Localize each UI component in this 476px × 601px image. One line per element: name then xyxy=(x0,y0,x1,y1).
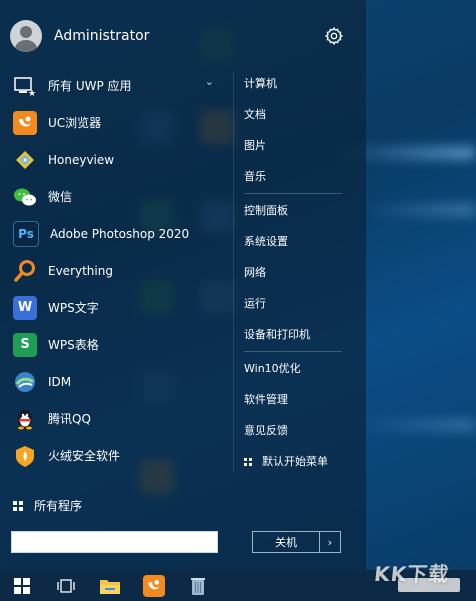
chevron-down-icon[interactable]: ⌄ xyxy=(205,75,214,88)
windows-logo-icon xyxy=(244,457,252,466)
app-item-wechat[interactable]: 微信 xyxy=(0,178,230,215)
menu-separator xyxy=(244,193,342,194)
task-view-icon[interactable] xyxy=(44,570,88,601)
user-account[interactable]: Administrator xyxy=(10,18,350,54)
shutdown-button[interactable]: 关机 xyxy=(253,532,320,552)
menu-item-default-start-menu[interactable]: 默认开始菜单 xyxy=(244,446,344,477)
shutdown-button-group: 关机 › xyxy=(252,531,341,553)
app-item-qq[interactable]: 腾讯QQ xyxy=(0,400,230,437)
wps-spreadsheet-icon: S xyxy=(13,332,37,357)
huorong-icon xyxy=(13,444,37,468)
menu-item-system-settings[interactable]: 系统设置 xyxy=(244,226,344,257)
app-item-photoshop[interactable]: Ps Adobe Photoshop 2020 xyxy=(0,215,230,252)
gear-icon[interactable] xyxy=(324,26,344,46)
user-avatar-icon xyxy=(10,20,42,52)
app-item-idm[interactable]: IDM xyxy=(0,363,230,400)
user-name: Administrator xyxy=(54,28,150,44)
app-label: UC浏览器 xyxy=(48,116,102,130)
menu-separator xyxy=(244,351,342,352)
app-label: 所有 UWP 应用 xyxy=(48,79,132,93)
app-item-everything[interactable]: Everything xyxy=(0,252,230,289)
idm-icon xyxy=(13,370,37,394)
column-divider xyxy=(233,72,234,472)
app-label: Everything xyxy=(48,263,113,278)
app-label: 火绒安全软件 xyxy=(48,449,121,463)
menu-item-computer[interactable]: 计算机 xyxy=(244,68,344,99)
right-menu: 计算机 文档 图片 音乐 控制面板 系统设置 网络 运行 设备和打印机 Win1… xyxy=(244,68,344,477)
app-item-honeyview[interactable]: Honeyview xyxy=(0,141,230,178)
menu-item-documents[interactable]: 文档 xyxy=(244,99,344,130)
all-programs-button[interactable]: 所有程序 xyxy=(13,497,82,514)
app-list: ★ 所有 UWP 应用 ⌄ UC浏览器 Honeyview 微信 Ps Adob… xyxy=(0,67,230,474)
menu-item-music[interactable]: 音乐 xyxy=(244,161,344,192)
app-label: IDM xyxy=(48,374,72,389)
search-input[interactable] xyxy=(11,531,218,553)
all-programs-label: 所有程序 xyxy=(34,499,83,513)
menu-item-control-panel[interactable]: 控制面板 xyxy=(244,195,344,226)
uc-browser-icon[interactable] xyxy=(132,570,176,601)
app-item-huorong[interactable]: 火绒安全软件 xyxy=(0,437,230,474)
default-start-menu-label: 默认开始菜单 xyxy=(262,455,328,468)
app-label: 微信 xyxy=(48,190,73,204)
menu-item-software-manager[interactable]: 软件管理 xyxy=(244,384,344,415)
watermark: KK下载 xyxy=(373,561,451,586)
recycle-bin-icon[interactable] xyxy=(176,570,220,601)
app-label: Adobe Photoshop 2020 xyxy=(50,226,190,241)
app-label: Honeyview xyxy=(48,152,115,167)
wps-writer-icon: W xyxy=(13,295,37,320)
app-item-uc-browser[interactable]: UC浏览器 xyxy=(0,104,230,141)
start-menu: Administrator ★ 所有 UWP 应用 ⌄ UC浏览器 Honeyv… xyxy=(0,0,366,570)
desktop-light-streak xyxy=(356,420,476,430)
menu-item-run[interactable]: 运行 xyxy=(244,288,344,319)
app-label: WPS文字 xyxy=(48,301,99,315)
shutdown-options-arrow[interactable]: › xyxy=(320,532,340,552)
menu-item-devices-printers[interactable]: 设备和打印机 xyxy=(244,319,344,350)
desktop-light-streak xyxy=(366,205,476,215)
qq-icon xyxy=(13,407,37,431)
menu-item-win10-optimize[interactable]: Win10优化 xyxy=(244,353,344,384)
uwp-apps-icon: ★ xyxy=(13,74,37,98)
menu-item-feedback[interactable]: 意见反馈 xyxy=(244,415,344,446)
wechat-icon xyxy=(13,185,37,209)
photoshop-icon: Ps xyxy=(13,220,39,247)
everything-search-icon xyxy=(13,259,37,283)
menu-item-pictures[interactable]: 图片 xyxy=(244,130,344,161)
uc-browser-icon xyxy=(13,110,37,135)
file-explorer-icon[interactable] xyxy=(88,570,132,601)
app-item-uwp[interactable]: ★ 所有 UWP 应用 ⌄ xyxy=(0,67,230,104)
menu-item-network[interactable]: 网络 xyxy=(244,257,344,288)
windows-logo-icon xyxy=(13,500,23,511)
app-label: WPS表格 xyxy=(48,338,99,352)
app-item-wps-spreadsheet[interactable]: S WPS表格 xyxy=(0,326,230,363)
app-label: 腾讯QQ xyxy=(48,412,91,426)
windows-start-icon[interactable] xyxy=(0,570,44,601)
svg-text:★: ★ xyxy=(28,89,36,98)
honeyview-icon xyxy=(13,148,37,172)
app-item-wps-writer[interactable]: W WPS文字 xyxy=(0,289,230,326)
